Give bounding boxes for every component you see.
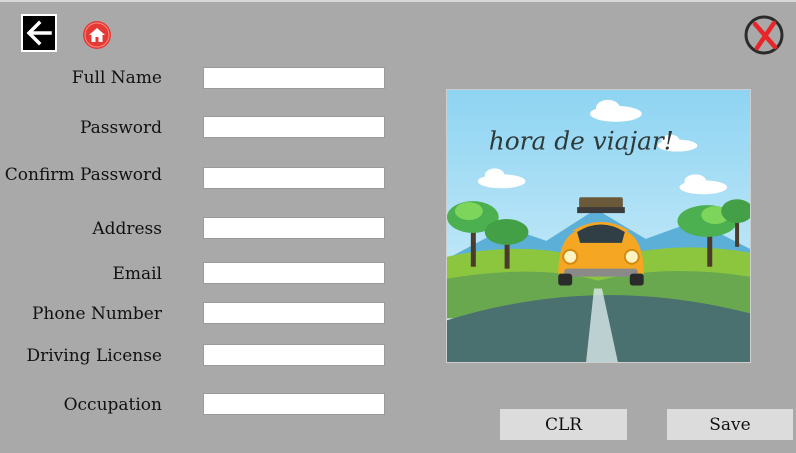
close-icon — [752, 20, 778, 51]
driving-license-label: Driving License — [26, 346, 162, 366]
driving-license-field[interactable] — [203, 344, 385, 366]
email-field[interactable] — [203, 262, 385, 284]
arrow-left-icon — [26, 20, 52, 46]
back-button[interactable] — [21, 14, 57, 52]
occupation-field[interactable] — [203, 393, 385, 415]
email-label: Email — [112, 264, 162, 284]
window-top-border — [0, 0, 796, 2]
address-label: Address — [92, 219, 162, 239]
phone-number-label: Phone Number — [31, 304, 162, 324]
confirm-password-label: Confirm Password — [4, 165, 162, 185]
full-name-label: Full Name — [71, 68, 162, 88]
illustration-caption: hora de viajar! — [489, 127, 674, 156]
password-field[interactable] — [203, 116, 385, 138]
occupation-label: Occupation — [63, 395, 162, 415]
close-button[interactable] — [743, 14, 785, 56]
address-field[interactable] — [203, 217, 385, 239]
clear-button[interactable]: CLR — [500, 409, 627, 440]
home-button[interactable] — [82, 20, 112, 50]
full-name-field[interactable] — [203, 67, 385, 89]
save-button[interactable]: Save — [667, 409, 793, 440]
confirm-password-field[interactable] — [203, 167, 385, 189]
travel-illustration: hora de viajar! — [446, 89, 751, 363]
phone-number-field[interactable] — [203, 302, 385, 324]
password-label: Password — [79, 118, 162, 138]
